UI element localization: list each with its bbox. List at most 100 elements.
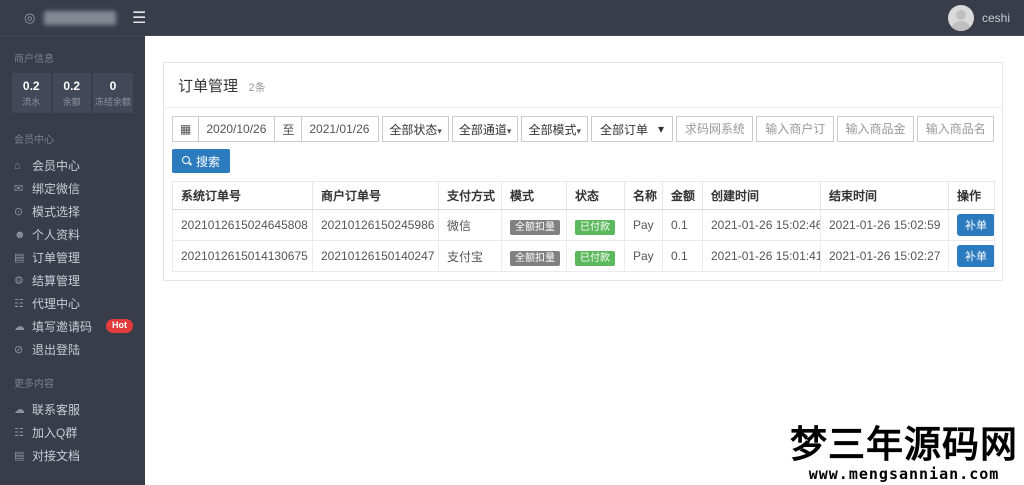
hot-badge: Hot: [106, 319, 133, 333]
sidebar-item-label: 加入Q群: [32, 426, 78, 440]
sidebar-item-mode-select[interactable]: ⊙ 模式选择: [0, 200, 145, 223]
cell-action: 补单: [948, 240, 995, 272]
mode-filter-dropdown[interactable]: 全部模式▾: [521, 116, 588, 142]
cell-action: 补单: [948, 209, 995, 241]
mode-badge: 全额扣量: [510, 219, 560, 235]
cloud-icon: ☁: [14, 404, 25, 416]
order-management-card: 订单管理 2条 ▦ 至 全部状态▾ 全部通道▾ 全部模式▾: [163, 62, 1003, 281]
calendar-icon[interactable]: ▦: [173, 117, 200, 141]
date-to-input[interactable]: [302, 117, 379, 141]
filter-toolbar: ▦ 至 全部状态▾ 全部通道▾ 全部模式▾ 全部订单▾: [164, 108, 1002, 142]
stat-frozen: 0 冻结余额: [93, 73, 134, 113]
main-content: 订单管理 2条 ▦ 至 全部状态▾ 全部通道▾ 全部模式▾: [145, 36, 1024, 485]
watermark-url: www.mengsannian.com: [808, 465, 1000, 483]
users-icon: ☷: [14, 427, 24, 439]
menu-toggle-icon[interactable]: ☰: [132, 8, 146, 28]
cell-name: Pay: [624, 240, 663, 272]
orders-table: 系统订单号 商户订单号 支付方式 模式 状态 名称 金额 创建时间 结束时间 操…: [172, 181, 995, 272]
sidebar-item-label: 绑定微信: [32, 182, 81, 196]
cell-system-no: 2021012615014130675: [172, 240, 313, 272]
cell-name: Pay: [624, 209, 663, 241]
search-button[interactable]: 搜索: [172, 149, 231, 173]
cell-merchant-no: 20210126150140247: [312, 240, 439, 272]
col-action: 操作: [948, 181, 995, 210]
wechat-icon: ✉: [14, 183, 24, 195]
status-badge: 已付款: [575, 219, 615, 235]
stat-balance-value: 0.2: [63, 79, 81, 93]
sidebar-item-invite-code[interactable]: ☁ 填写邀请码 Hot: [0, 315, 145, 338]
orders-icon: ▤: [14, 252, 25, 264]
mode-icon: ⊙: [14, 206, 24, 218]
reissue-order-button[interactable]: 补单: [957, 245, 994, 267]
sidebar-item-logout[interactable]: ⊘ 退出登陆: [0, 338, 145, 361]
sidebar-item-contact-support[interactable]: ☁ 联系客服: [0, 398, 145, 421]
gear-icon: ⚙: [14, 275, 24, 287]
product-amount-input[interactable]: [836, 116, 914, 142]
mode-badge: 全额扣量: [510, 250, 560, 266]
order-count: 2条: [248, 82, 266, 94]
cell-mode: 全额扣量: [501, 240, 567, 272]
cell-merchant-no: 20210126150245986: [312, 209, 439, 241]
col-ended: 结束时间: [820, 181, 949, 210]
sidebar-item-agency[interactable]: ☷ 代理中心: [0, 292, 145, 315]
system-order-no-input[interactable]: [676, 116, 754, 142]
sidebar-item-profile[interactable]: ☻ 个人资料: [0, 223, 145, 246]
sidebar-item-docs[interactable]: ▤ 对接文档: [0, 444, 145, 467]
stat-frozen-label: 冻结余额: [95, 97, 132, 107]
cell-created: 2021-01-26 15:02:46: [702, 209, 821, 241]
cell-status: 已付款: [566, 240, 625, 272]
product-name-input[interactable]: [916, 116, 994, 142]
search-icon: [182, 156, 192, 166]
sidebar-item-bind-wechat[interactable]: ✉ 绑定微信: [0, 177, 145, 200]
page-title: 订单管理: [178, 78, 239, 95]
cell-system-no: 2021012615024645808: [172, 209, 313, 241]
col-pay-method: 支付方式: [438, 181, 502, 210]
stat-frozen-value: 0: [109, 79, 117, 93]
mode-filter-label: 全部模式: [528, 122, 577, 137]
col-system-order-no: 系统订单号: [172, 181, 313, 210]
sidebar-item-label: 订单管理: [32, 251, 81, 265]
cloud-icon: ☁: [14, 321, 25, 333]
cell-ended: 2021-01-26 15:02:27: [820, 240, 949, 272]
order-type-label: 全部订单: [600, 122, 649, 137]
cell-created: 2021-01-26 15:01:41: [702, 240, 821, 272]
date-from-input[interactable]: [199, 117, 276, 141]
stat-flow-value: 0.2: [22, 79, 40, 93]
watermark-title: 梦三年源码网: [790, 423, 1018, 466]
status-badge: 已付款: [575, 250, 615, 266]
sidebar-item-member-center[interactable]: ⌂ 会员中心: [0, 154, 145, 177]
chevron-down-icon: ▾: [506, 125, 512, 136]
search-row: 搜索: [164, 142, 1002, 179]
power-icon: ⊘: [14, 344, 24, 356]
table-row: 2021012615024645808 20210126150245986 微信…: [172, 209, 995, 241]
sidebar-item-label: 个人资料: [32, 228, 81, 242]
sidebar-item-label: 代理中心: [32, 297, 81, 311]
cell-pay-method: 支付宝: [438, 240, 502, 272]
sidebar-item-join-qq-group[interactable]: ☷ 加入Q群: [0, 421, 145, 444]
sidebar-item-label: 结算管理: [32, 274, 81, 288]
order-type-select[interactable]: 全部订单 ▾: [591, 116, 674, 142]
sidebar-item-orders[interactable]: ▤ 订单管理: [0, 246, 145, 269]
watermark: 梦三年源码网 www.mengsannian.com: [790, 423, 1018, 484]
user-menu[interactable]: ceshi: [947, 5, 1010, 31]
cell-status: 已付款: [566, 209, 625, 241]
brand-logo-icon: ◎: [24, 10, 36, 25]
orders-table-wrap: 系统订单号 商户订单号 支付方式 模式 状态 名称 金额 创建时间 结束时间 操…: [164, 179, 1002, 280]
col-status: 状态: [566, 181, 625, 210]
cell-mode: 全额扣量: [501, 209, 567, 241]
merchant-order-no-input[interactable]: [756, 116, 834, 142]
reissue-order-button[interactable]: 补单: [957, 214, 994, 236]
table-header-row: 系统订单号 商户订单号 支付方式 模式 状态 名称 金额 创建时间 结束时间 操…: [172, 181, 995, 210]
channel-filter-dropdown[interactable]: 全部通道▾: [451, 116, 519, 142]
card-header: 订单管理 2条: [164, 63, 1002, 108]
stat-flow: 0.2 流水: [12, 73, 51, 113]
status-filter-dropdown[interactable]: 全部状态▾: [382, 116, 449, 142]
stat-balance-label: 余额: [62, 97, 81, 107]
sidebar-item-label: 联系客服: [32, 403, 81, 417]
avatar: [947, 5, 974, 31]
status-filter-label: 全部状态: [389, 122, 438, 137]
sidebar-item-settlement[interactable]: ⚙ 结算管理: [0, 269, 145, 292]
sidebar-item-label: 填写邀请码: [32, 320, 93, 334]
sidebar-item-label: 模式选择: [32, 205, 81, 219]
col-merchant-order-no: 商户订单号: [312, 181, 439, 210]
